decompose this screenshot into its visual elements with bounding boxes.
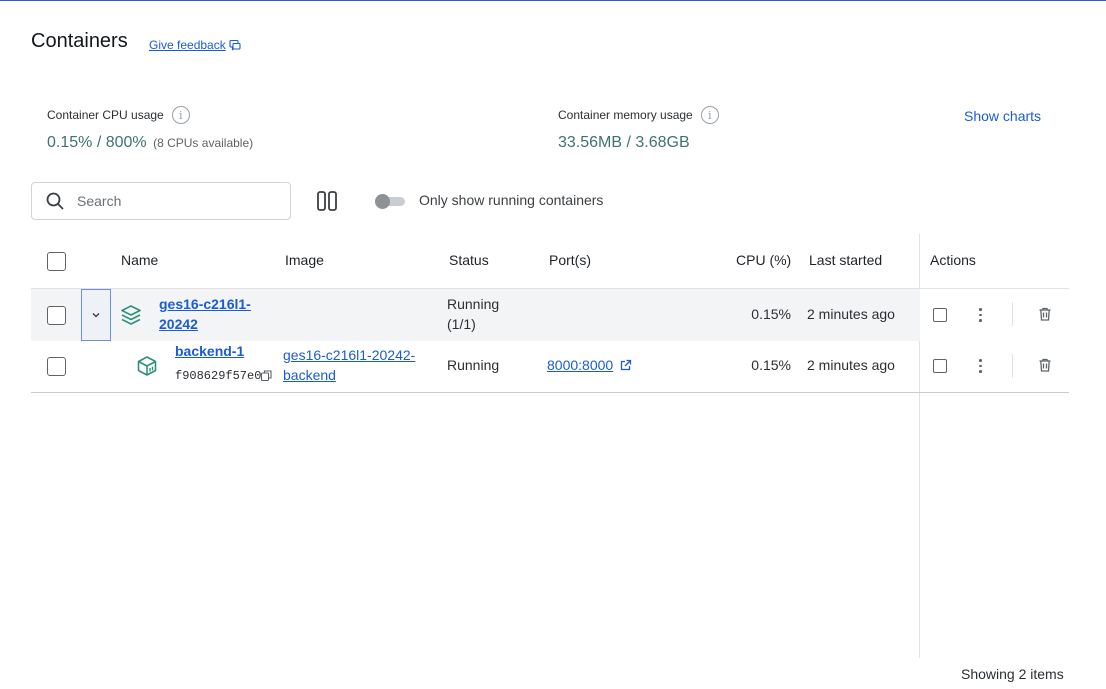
chevron-down-icon [92,313,100,318]
column-header-actions: Actions [930,252,976,268]
compose-stack-icon [121,305,141,325]
group-name-line1: ges16-c216l1- [159,296,251,312]
running-only-toggle[interactable] [375,194,405,209]
container-last-started: 2 minutes ago [807,357,895,373]
image-link[interactable]: ges16-c216l1-20242- backend [283,345,415,385]
memory-usage-label: Container memory usage i [558,106,719,124]
external-link-icon[interactable] [619,359,632,372]
container-status: Running [447,357,500,373]
memory-total: 3.68GB [635,134,690,151]
search-icon [46,192,64,210]
memory-used: 33.56MB [558,134,623,151]
cpu-info-icon[interactable]: i [171,106,190,124]
toggle-knob [375,194,390,209]
cpu-total: 800% [105,134,147,151]
group-row-checkbox[interactable] [47,306,66,325]
group-status-line2: (1/1) [447,316,476,332]
select-all-checkbox[interactable] [47,252,66,271]
cpu-used: 0.15% [47,134,93,151]
image-link-line2: backend [283,367,336,383]
group-status: Running (1/1) [447,294,499,334]
group-delete-icon[interactable] [1037,306,1053,322]
column-header-cpu[interactable]: CPU (%) [736,252,791,268]
container-delete-icon[interactable] [1037,357,1053,373]
cpu-available-note: (8 CPUs available) [153,136,254,150]
group-last-started: 2 minutes ago [807,306,895,322]
container-stop-button[interactable] [933,359,947,373]
table-row-checkbox[interactable] [47,357,66,376]
cpu-usage-label: Container CPU usage i [47,106,190,124]
container-action-divider [1012,354,1013,378]
image-link-line1: ges16-c216l1-20242- [283,347,416,363]
feedback-icon [229,39,241,51]
expand-group-button[interactable] [81,289,111,341]
column-header-image[interactable]: Image [285,252,324,268]
memory-info-icon[interactable]: i [700,106,719,124]
memory-usage-label-text: Container memory usage [558,108,693,122]
running-only-label: Only show running containers [419,192,604,208]
container-id: f908629f57e0 [175,369,262,383]
give-feedback-link[interactable]: Give feedback [149,38,241,52]
search-box[interactable] [31,182,291,220]
container-cube-icon [137,356,157,376]
port-link-text[interactable]: 8000:8000 [547,355,613,375]
group-status-line1: Running [447,296,500,312]
container-name-link[interactable]: backend-1 [175,341,244,361]
page-title: Containers [31,30,128,52]
items-count: Showing 2 items [961,666,1064,682]
group-more-menu-icon[interactable] [974,306,986,324]
column-header-status[interactable]: Status [449,252,489,268]
search-input[interactable] [77,193,267,209]
column-header-ports[interactable]: Port(s) [549,252,591,268]
memory-usage-value: 33.56MB / 3.68GB [558,134,690,152]
memory-separator: / [622,134,636,151]
group-name-line2: 20242 [159,316,198,332]
columns-toggle-icon[interactable] [316,190,338,212]
show-charts-button[interactable]: Show charts [964,108,1041,124]
table-bottom-divider [31,392,1069,393]
cpu-usage-label-text: Container CPU usage [47,108,164,122]
column-header-last-started[interactable]: Last started [809,252,882,268]
group-cpu: 0.15% [751,306,791,322]
cpu-usage-value: 0.15% / 800% (8 CPUs available) [47,134,253,152]
top-accent-border [0,0,1106,1]
cpu-separator: / [92,134,106,151]
column-header-name[interactable]: Name [121,252,158,268]
group-action-divider [1012,302,1013,326]
container-cpu: 0.15% [751,357,791,373]
group-stop-button[interactable] [933,308,947,322]
port-link[interactable]: 8000:8000 [547,355,632,375]
copy-id-icon[interactable] [260,369,273,382]
give-feedback-label: Give feedback [149,38,226,52]
group-name-link[interactable]: ges16-c216l1- 20242 [159,294,251,334]
container-more-menu-icon[interactable] [974,357,986,375]
